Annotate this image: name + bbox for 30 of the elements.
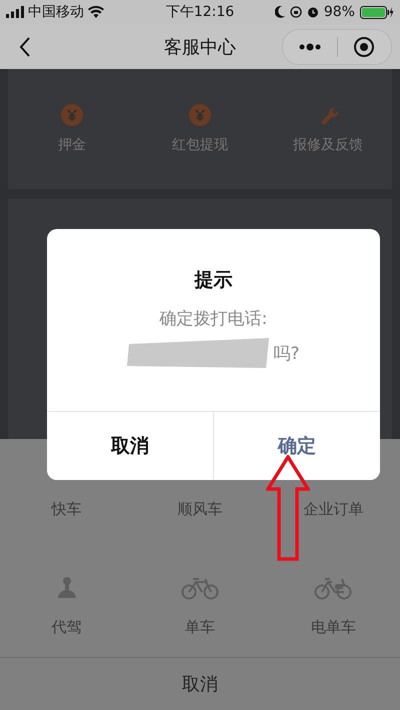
- service-option[interactable]: 电单车: [266, 576, 400, 657]
- target-icon: [353, 36, 376, 58]
- battery-percent: 98%: [324, 4, 355, 20]
- wifi-icon: [88, 6, 104, 18]
- service-item[interactable]: 红包提现: [136, 104, 264, 154]
- confirm-button[interactable]: 确定: [213, 412, 380, 480]
- signal-icon: [6, 6, 24, 18]
- electric-bike-icon: [314, 576, 352, 600]
- status-time: 下午12:16: [166, 4, 234, 20]
- bicycle-icon: [180, 576, 219, 600]
- yen-coin-icon: [61, 104, 83, 126]
- rotation-lock-icon: [290, 6, 302, 18]
- service-option[interactable]: 代驾: [0, 576, 134, 657]
- moon-icon: [274, 6, 285, 18]
- chevron-left-icon: [19, 36, 31, 57]
- carrier-name: 中国移动: [28, 3, 84, 22]
- dialog-message: 确定拨打电话:: [158, 308, 268, 330]
- service-option[interactable]: 顺风车: [133, 500, 267, 539]
- service-option[interactable]: 企业订单: [266, 500, 400, 539]
- dialog-title: 提示: [193, 268, 234, 293]
- service-item[interactable]: 报修及反馈: [264, 104, 392, 154]
- yen-coin-icon: [189, 104, 211, 126]
- battery-charging-icon: [360, 6, 394, 19]
- service-item[interactable]: 押金: [8, 104, 136, 154]
- dialog-message-end: 吗?: [273, 342, 300, 364]
- service-option[interactable]: 快车: [0, 500, 134, 539]
- more-icon: [298, 42, 322, 51]
- service-option[interactable]: 单车: [133, 576, 267, 657]
- alarm-icon: [306, 6, 319, 18]
- page-title: 客服中心: [164, 36, 236, 59]
